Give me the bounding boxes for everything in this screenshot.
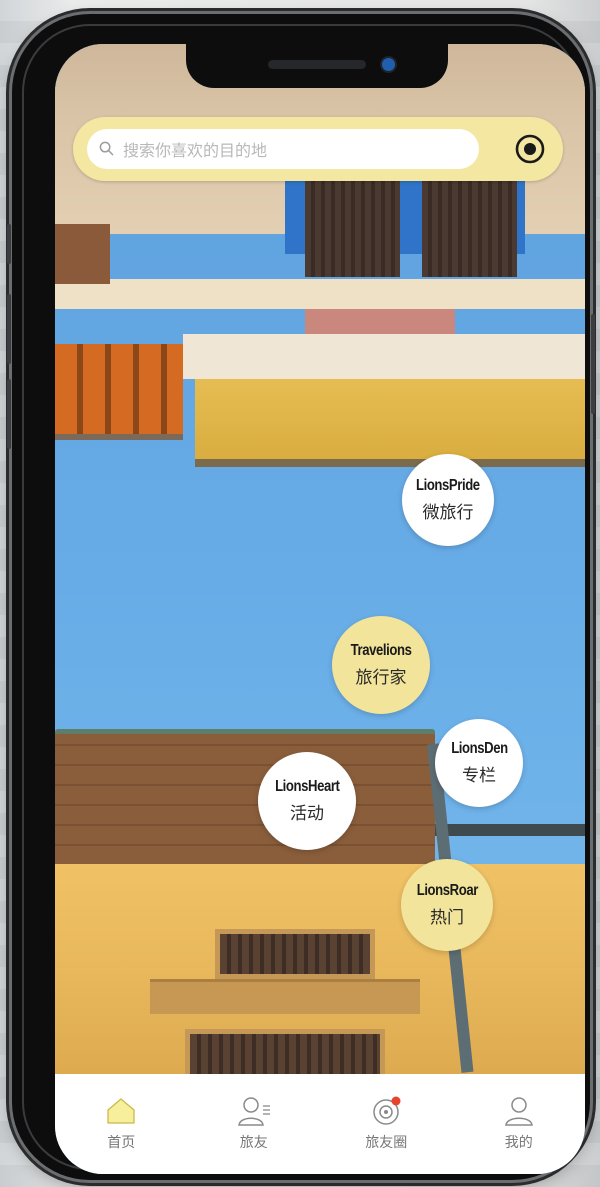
gutter [435,824,585,836]
notch [186,44,448,88]
bubble-title: LionsDen [450,740,508,757]
volume-up-button [7,294,11,364]
home-icon [107,1098,135,1124]
ledge [183,334,585,379]
tab-friends[interactable]: 旅友 [188,1074,321,1174]
search-placeholder: 搜索你喜欢的目的地 [123,143,268,160]
power-button [591,314,595,414]
bubble-subtitle: 旅行家 [355,668,407,687]
bubble-subtitle: 热门 [430,908,464,927]
bubble-lionsden[interactable]: LionsDen 专栏 [435,719,523,807]
tab-label: 旅友 [239,1134,268,1150]
tab-home[interactable]: 首页 [55,1074,188,1174]
tab-profile[interactable]: 我的 [453,1074,586,1174]
bubble-title: LionsPride [416,477,480,494]
bottom-tab-bar: 首页 旅友 旅友圈 我的 [55,1074,585,1174]
bubble-subtitle: 微旅行 [422,503,474,522]
app-screen: 搜索你喜欢的目的地 LionsPride 微旅行 Travelions 旅行家 … [55,44,585,1174]
search-bar: 搜索你喜欢的目的地 [73,117,563,181]
notification-badge [391,1096,401,1106]
profile-icon [504,1097,533,1126]
tab-label: 旅友圈 [365,1134,408,1150]
speaker [268,60,366,69]
bubble-subtitle: 专栏 [462,766,496,785]
window [215,929,375,979]
locate-icon[interactable] [513,132,547,166]
friends-icon [237,1097,270,1126]
tab-label: 首页 [107,1134,136,1150]
window-sill [150,979,420,1014]
bubble-title: LionsHeart [274,778,340,795]
volume-down-button [7,379,11,449]
wooden-eave [55,734,435,884]
bubble-subtitle: 活动 [290,804,324,823]
phone-frame: 搜索你喜欢的目的地 LionsPride 微旅行 Travelions 旅行家 … [7,14,595,1180]
tab-label: 我的 [504,1134,533,1150]
eave [55,279,585,309]
bubble-lionspride[interactable]: LionsPride 微旅行 [402,454,494,546]
shutter [305,179,400,277]
balcony [195,379,585,467]
bubble-travelions[interactable]: Travelions 旅行家 [332,616,430,714]
shutter [422,179,517,277]
bubble-title: Travelions [350,642,412,659]
front-camera [382,58,395,71]
tab-moments[interactable]: 旅友圈 [320,1074,453,1174]
bubble-title: LionsRoar [416,882,478,899]
moments-icon [373,1096,401,1125]
bubble-lionsroar[interactable]: LionsRoar 热门 [401,859,493,951]
window [55,224,110,284]
bubble-lionsheart[interactable]: LionsHeart 活动 [258,752,356,850]
search-input[interactable]: 搜索你喜欢的目的地 [87,129,479,169]
search-icon [99,141,114,156]
orange-shutters [55,344,183,440]
mute-switch [7,224,11,264]
